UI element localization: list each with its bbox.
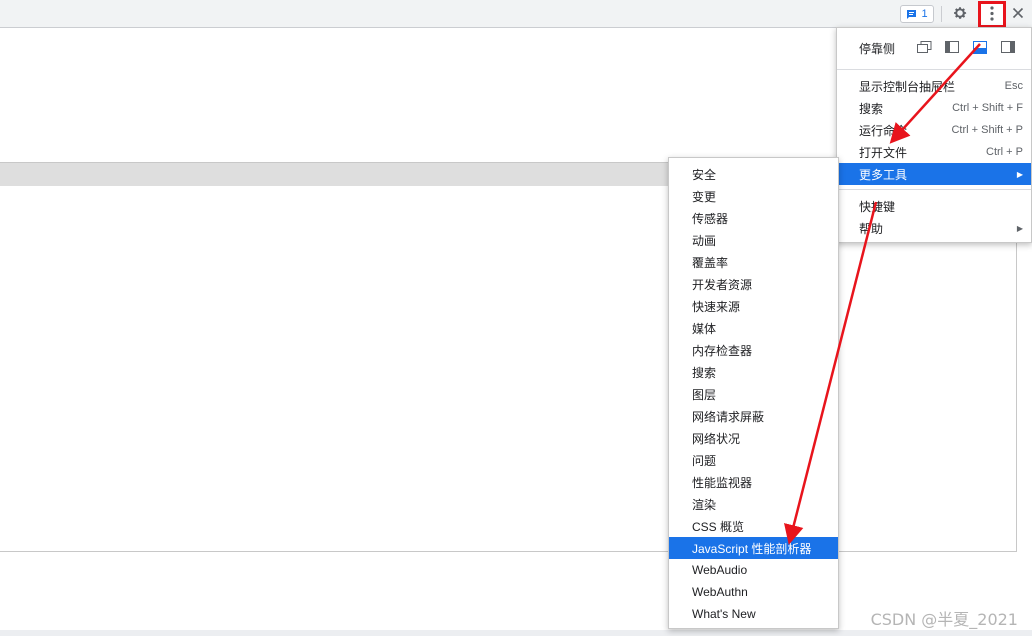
submenu-item-animations[interactable]: 动画 [669,229,838,251]
dock-right-icon[interactable] [1001,41,1016,54]
submenu-item-memory-inspector[interactable]: 内存检查器 [669,339,838,361]
submenu-item-rendering[interactable]: 渲染 [669,493,838,515]
dock-left-icon[interactable] [945,41,960,54]
submenu-item-network-conditions[interactable]: 网络状况 [669,427,838,449]
dock-side-label: 停靠侧 [859,42,896,56]
customize-menu: 停靠侧 显示控制台抽屉栏 Esc 搜索 Ctrl + Shift + F 运行命… [836,27,1032,243]
menu-item-more-tools[interactable]: 更多工具 ▶ [837,163,1031,185]
submenu-arrow-icon: ▶ [1016,223,1023,233]
submenu-item-css-overview[interactable]: CSS 概览 [669,515,838,537]
customize-devtools-button[interactable] [978,1,1006,28]
submenu-item-sensors[interactable]: 传感器 [669,207,838,229]
submenu-item-whats-new[interactable]: What's New [669,603,838,625]
menu-item-search[interactable]: 搜索 Ctrl + Shift + F [837,97,1031,119]
menu-item-label: 帮助 [859,221,884,236]
dock-bottom-icon[interactable] [973,41,988,54]
submenu-item-webauthn[interactable]: WebAuthn [669,581,838,603]
submenu-item-javascript-profiler[interactable]: JavaScript 性能剖析器 [669,537,838,559]
close-devtools-button[interactable] [1008,4,1028,24]
menu-item-open-file[interactable]: 打开文件 Ctrl + P [837,141,1031,163]
submenu-item-issues[interactable]: 问题 [669,449,838,471]
submenu-item-changes[interactable]: 变更 [669,185,838,207]
menu-item-label: 快捷键 [859,199,896,214]
menu-item-shortcut: Ctrl + Shift + P [951,124,1023,136]
issues-count: 1 [921,8,928,20]
csdn-watermark: CSDN @半夏_2021 [870,610,1018,629]
dock-side-row: 停靠侧 [837,28,1031,69]
submenu-item-webaudio[interactable]: WebAudio [669,559,838,581]
menu-item-show-console-drawer[interactable]: 显示控制台抽屉栏 Esc [837,75,1031,97]
menu-item-shortcut: Ctrl + P [986,146,1023,158]
submenu-item-security[interactable]: 安全 [669,163,838,185]
submenu-item-network-request-blocking[interactable]: 网络请求屏蔽 [669,405,838,427]
submenu-item-quick-source[interactable]: 快速来源 [669,295,838,317]
submenu-item-coverage[interactable]: 覆盖率 [669,251,838,273]
dock-side-options [917,41,1016,54]
close-icon [1012,7,1024,22]
issues-chat-icon [906,9,917,20]
settings-button[interactable] [950,4,970,24]
devtools-toolbar: 1 [0,0,1032,28]
more-tools-submenu: 安全 变更 传感器 动画 覆盖率 开发者资源 快速来源 媒体 内存检查器 搜索 … [668,157,839,629]
menu-item-label: 显示控制台抽屉栏 [859,79,956,94]
submenu-item-performance-monitor[interactable]: 性能监视器 [669,471,838,493]
menu-item-label: 搜索 [859,101,884,116]
menu-item-run-command[interactable]: 运行命令 Ctrl + Shift + P [837,119,1031,141]
bottom-strip [0,630,1032,636]
menu-separator [837,189,1031,190]
menu-item-label: 更多工具 [859,167,908,182]
menu-item-help[interactable]: 帮助 ▶ [837,217,1031,239]
undock-icon[interactable] [917,41,932,54]
kebab-menu-icon [990,5,994,24]
issues-button[interactable]: 1 [900,5,934,23]
menu-item-shortcut: Esc [1004,80,1023,92]
menu-item-label: 运行命令 [859,123,908,138]
submenu-arrow-icon: ▶ [1016,169,1023,179]
gear-icon [952,5,968,24]
submenu-item-media[interactable]: 媒体 [669,317,838,339]
menu-item-label: 打开文件 [859,145,908,160]
submenu-item-layers[interactable]: 图层 [669,383,838,405]
toolbar-divider [941,6,942,22]
submenu-item-search[interactable]: 搜索 [669,361,838,383]
menu-item-shortcut: Ctrl + Shift + F [952,102,1023,114]
submenu-item-developer-resources[interactable]: 开发者资源 [669,273,838,295]
menu-separator [837,69,1031,70]
menu-item-shortcuts[interactable]: 快捷键 [837,195,1031,217]
